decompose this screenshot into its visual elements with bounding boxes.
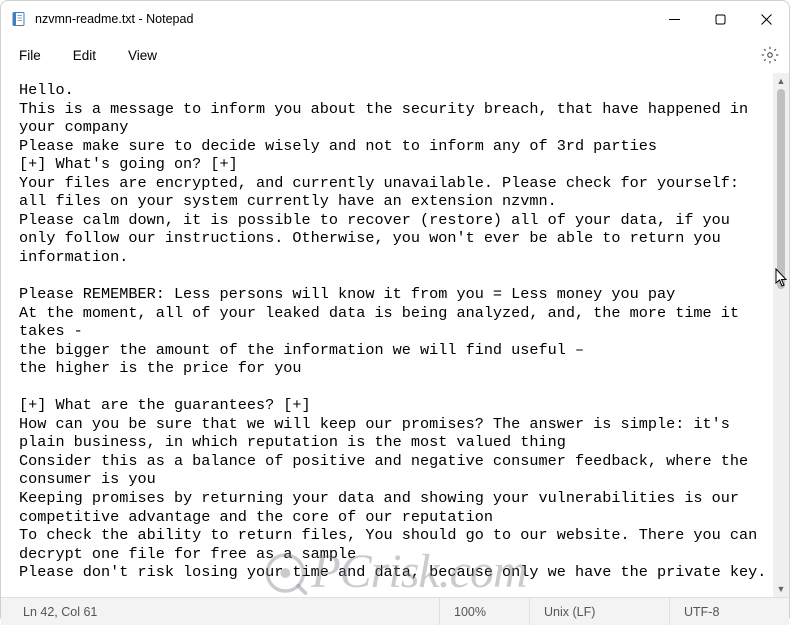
menu-view[interactable]: View bbox=[128, 48, 157, 63]
status-lineending: Unix (LF) bbox=[529, 598, 669, 625]
maximize-button[interactable] bbox=[697, 3, 743, 35]
scroll-thumb[interactable] bbox=[777, 89, 785, 289]
minimize-button[interactable] bbox=[651, 3, 697, 35]
menu-file[interactable]: File bbox=[19, 48, 41, 63]
scroll-up-icon[interactable]: ▲ bbox=[773, 73, 789, 89]
window-title: nzvmn-readme.txt - Notepad bbox=[35, 12, 193, 26]
vertical-scrollbar[interactable]: ▲ ▼ bbox=[773, 73, 789, 597]
scroll-down-icon[interactable]: ▼ bbox=[773, 581, 789, 597]
maximize-icon bbox=[715, 14, 726, 25]
status-zoom: 100% bbox=[439, 598, 529, 625]
close-icon bbox=[761, 14, 772, 25]
menu-edit[interactable]: Edit bbox=[73, 48, 96, 63]
text-editor[interactable]: Hello. This is a message to inform you a… bbox=[1, 73, 773, 597]
title-bar: nzvmn-readme.txt - Notepad bbox=[1, 1, 789, 37]
status-encoding: UTF-8 bbox=[669, 598, 789, 625]
window-controls bbox=[651, 3, 789, 35]
minimize-icon bbox=[669, 14, 680, 25]
notepad-icon bbox=[11, 11, 27, 27]
editor-wrap: Hello. This is a message to inform you a… bbox=[1, 73, 789, 597]
title-left: nzvmn-readme.txt - Notepad bbox=[11, 11, 193, 27]
status-caret: Ln 42, Col 61 bbox=[1, 598, 161, 625]
menu-items: File Edit View bbox=[19, 48, 157, 63]
close-button[interactable] bbox=[743, 3, 789, 35]
settings-button[interactable] bbox=[761, 46, 779, 64]
status-bar: Ln 42, Col 61 100% Unix (LF) UTF-8 bbox=[1, 597, 789, 625]
gear-icon bbox=[761, 46, 779, 64]
menu-bar: File Edit View bbox=[1, 37, 789, 73]
